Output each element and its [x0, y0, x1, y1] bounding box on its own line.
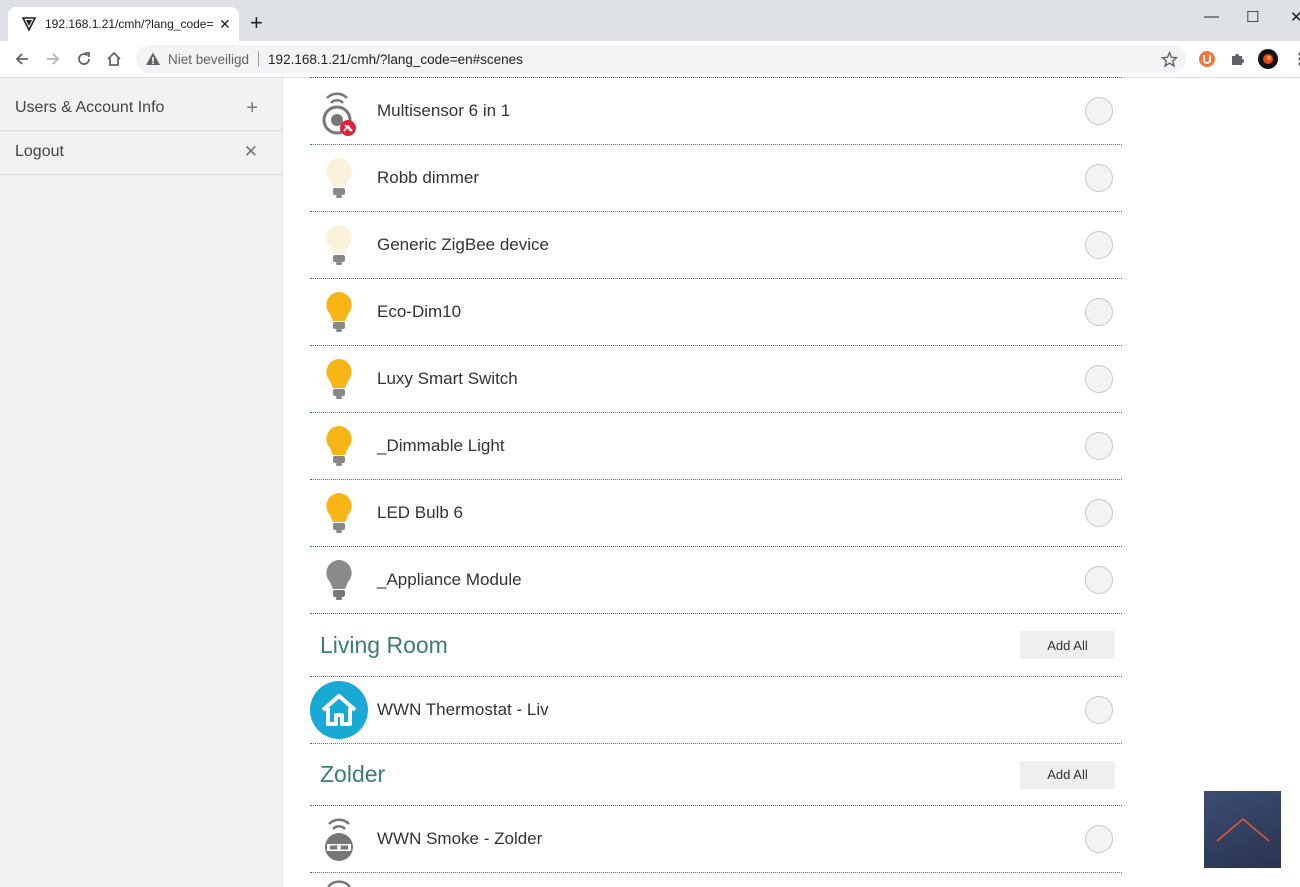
bulb-on-icon [310, 417, 368, 475]
thermostat-house-icon [310, 681, 368, 739]
chevron-up-icon [1216, 817, 1269, 842]
vera-favicon-icon [21, 16, 37, 32]
expand-plus-icon[interactable]: + [246, 98, 258, 118]
sidebar-item-label: Logout [15, 143, 64, 160]
logout-close-icon[interactable]: ✕ [244, 142, 258, 162]
device-select-toggle[interactable] [1085, 432, 1113, 460]
sidebar: Users & Account Info + Logout ✕ [0, 78, 283, 887]
device-name: LED Bulb 6 [377, 503, 463, 522]
bulb-on-icon [310, 350, 368, 408]
device-row[interactable]: _Dimmable Light [310, 413, 1122, 480]
device-name: WWN Thermostat - Liv [377, 700, 549, 719]
device-name: Eco-Dim10 [377, 302, 462, 321]
url-text[interactable]: 192.168.1.21/cmh/?lang_code=en#scenes [268, 52, 523, 67]
reload-icon[interactable] [73, 48, 95, 70]
browser-toolbar: Niet beveiligd 192.168.1.21/cmh/?lang_co… [0, 41, 1300, 78]
smoke-sensor-icon [310, 810, 368, 868]
room-title: Living Room [320, 631, 448, 658]
security-label[interactable]: Niet beveiligd [168, 52, 249, 67]
device-name: Generic ZigBee device [377, 235, 549, 254]
browser-tab[interactable]: 192.168.1.21/cmh/?lang_code=e ✕ [8, 7, 239, 41]
extension-orange-icon[interactable] [1197, 49, 1217, 69]
device-row[interactable]: Generic ZigBee device [310, 212, 1122, 279]
device-select-toggle[interactable] [1085, 566, 1113, 594]
device-select-toggle[interactable] [1085, 231, 1113, 259]
room-title: Zolder [320, 761, 386, 787]
device-select-toggle[interactable] [1085, 97, 1113, 125]
device-select-toggle[interactable] [1085, 298, 1113, 326]
device-row[interactable]: WWN Thermostat - Liv [310, 677, 1122, 744]
bulb-off-icon [310, 149, 368, 207]
device-row[interactable]: Luxy Smart Switch [310, 346, 1122, 413]
device-name: Luxy Smart Switch [377, 369, 518, 388]
device-row[interactable]: Multisensor 6 in 1 [310, 78, 1122, 145]
room-header-zolder: Zolder Add All [310, 744, 1122, 806]
partial-sensor-icon [324, 876, 354, 887]
device-select-toggle[interactable] [1085, 164, 1113, 192]
add-all-button[interactable]: Add All [1020, 631, 1115, 659]
device-name: Multisensor 6 in 1 [377, 101, 511, 120]
new-tab-button[interactable]: + [250, 12, 263, 34]
device-select-toggle[interactable] [1085, 365, 1113, 393]
scroll-to-top-button[interactable] [1204, 791, 1281, 868]
tab-title: 192.168.1.21/cmh/?lang_code=e [45, 17, 213, 31]
device-name: _Dimmable Light [377, 436, 505, 455]
home-icon[interactable] [103, 48, 125, 70]
forward-icon[interactable] [42, 48, 64, 70]
bulb-off-icon [310, 216, 368, 274]
room-header-living-room: Living Room Add All [310, 614, 1122, 677]
profile-avatar-icon[interactable] [1258, 49, 1278, 69]
close-window-icon[interactable]: ✕ [1290, 8, 1300, 26]
add-all-button[interactable]: Add All [1020, 760, 1115, 789]
minimize-icon[interactable]: — [1204, 8, 1219, 25]
bookmark-star-icon[interactable] [1160, 50, 1179, 71]
sidebar-item-label: Users & Account Info [15, 99, 165, 116]
chrome-menu-icon[interactable] [1290, 49, 1300, 69]
address-bar[interactable]: Niet beveiligd 192.168.1.21/cmh/?lang_co… [136, 45, 1186, 73]
sidebar-item-users-account-info[interactable]: Users & Account Info + [0, 86, 282, 131]
maximize-icon[interactable]: ☐ [1246, 8, 1259, 26]
bulb-on-icon [310, 484, 368, 542]
bulb-grey-icon [310, 551, 368, 609]
sidebar-item-logout[interactable]: Logout ✕ [0, 130, 282, 175]
browser-tabstrip: 192.168.1.21/cmh/?lang_code=e ✕ + — ☐ ✕ [0, 0, 1300, 41]
device-row[interactable]: _Appliance Module [310, 547, 1122, 614]
device-name: WWN Smoke - Zolder [377, 829, 543, 848]
device-name: _Appliance Module [377, 570, 522, 589]
device-row[interactable]: LED Bulb 6 [310, 480, 1122, 547]
device-row[interactable]: WWN Smoke - Zolder [310, 806, 1122, 873]
device-select-toggle[interactable] [1085, 696, 1113, 724]
warning-icon [145, 51, 161, 67]
back-icon[interactable] [11, 48, 33, 70]
device-row[interactable]: Eco-Dim10 [310, 279, 1122, 346]
sensor-icon [310, 82, 368, 140]
bulb-on-icon [310, 283, 368, 341]
device-name: Robb dimmer [377, 168, 480, 187]
device-select-toggle[interactable] [1085, 825, 1113, 853]
omnibox-divider [258, 51, 260, 67]
device-row[interactable]: Robb dimmer [310, 145, 1122, 212]
device-select-toggle[interactable] [1085, 499, 1113, 527]
tab-close-icon[interactable]: ✕ [219, 17, 231, 31]
extensions-puzzle-icon[interactable] [1227, 49, 1247, 69]
